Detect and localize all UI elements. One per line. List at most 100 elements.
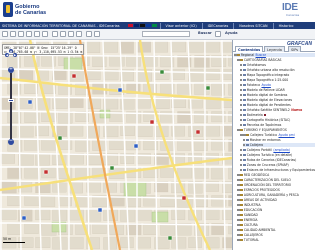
layer-tree-row[interactable]: Rutas de Canarias (IDECanarias)	[240, 158, 315, 162]
home-icon[interactable]	[2, 31, 8, 37]
zoom-track[interactable]	[10, 73, 13, 139]
expand-icon[interactable]	[237, 238, 240, 242]
layer-label[interactable]: Cartografía Histórica (SITAC)	[247, 118, 291, 122]
layer-tree-row[interactable]: TUTORIAL	[237, 238, 315, 242]
expand-icon[interactable]	[237, 218, 240, 222]
layer-tree-row[interactable]: Zonas de Cruceros (SPNAP)	[240, 163, 315, 167]
france-flag-icon[interactable]	[145, 23, 151, 28]
layer-tree-row[interactable]: Parcelas de Topónimos	[240, 123, 315, 127]
layer-checkbox[interactable]	[240, 123, 243, 127]
layer-label[interactable]: Ortofotomos	[247, 63, 266, 67]
collapse-icon[interactable]	[237, 58, 240, 62]
layer-tree-row[interactable]: Mapa Topográfico 1:25.000	[240, 78, 315, 82]
draw-icon[interactable]	[86, 31, 92, 37]
zoom-slider[interactable]: + −	[8, 59, 14, 151]
spain-flag-icon[interactable]	[127, 23, 133, 28]
print-map-icon[interactable]	[215, 31, 221, 37]
germany-flag-icon[interactable]	[139, 23, 145, 28]
layer-checkbox[interactable]	[240, 63, 243, 67]
layer-tree-row[interactable]: Enlaces de Infraestructuras y Equipamien…	[240, 168, 315, 172]
nav-link-nosotros[interactable]: Nosotros SITCAN	[237, 24, 269, 28]
layer-label[interactable]: Callejero	[250, 143, 263, 147]
nav-link-visor-anterior[interactable]: Visor anterior (V2)	[164, 24, 199, 28]
layer-tree-row[interactable]: RED GEODÉSICA	[237, 173, 315, 177]
zoom-out-icon[interactable]: −	[8, 139, 14, 145]
layer-label[interactable]: Zonas de Cruceros (SPNAP)	[247, 163, 289, 167]
zoom-out-box-icon[interactable]	[26, 31, 32, 37]
collapse-icon[interactable]	[240, 133, 243, 137]
map-canvas[interactable]: GMS: 28°07'42.08" N Geo: 15°25'16.29" O …	[0, 40, 232, 250]
layer-tree-row[interactable]: Callejero	[243, 143, 315, 148]
measure-area-icon[interactable]	[60, 31, 66, 37]
layer-tree-row[interactable]: ESPACIOS PROTEGIDOS	[237, 188, 315, 192]
ayuda-button[interactable]: Ayuda	[225, 31, 238, 35]
layer-extra-link[interactable]: (ampliada)	[273, 148, 290, 152]
buscar-button[interactable]: Buscar	[198, 31, 212, 35]
layer-label[interactable]: EDUCACIÓN	[244, 208, 262, 212]
layer-tree-row[interactable]: Modelo digital de Sombras	[240, 93, 315, 97]
layer-checkbox[interactable]	[240, 98, 243, 102]
zoom-handle[interactable]	[8, 99, 14, 102]
uk-flag-icon[interactable]	[133, 23, 139, 28]
layer-label[interactable]: Rutas de Canarias (IDECanarias)	[247, 158, 297, 162]
tab-leyenda[interactable]: Leyenda	[264, 46, 285, 52]
layer-tree-row[interactable]: Fototeca Ayuda	[240, 83, 315, 87]
tab-sips[interactable]: SIPs	[288, 46, 302, 52]
expand-icon[interactable]	[237, 198, 240, 202]
layer-label[interactable]: CULTURA	[244, 223, 258, 227]
layer-checkbox[interactable]	[240, 93, 243, 97]
layer-label[interactable]: SANIDAD	[244, 213, 258, 217]
layer-tree-row[interactable]: Regional Buscar	[234, 53, 315, 58]
layer-label[interactable]: TURISMO Y EQUIPAMIENTOS	[244, 128, 287, 132]
street-map[interactable]	[0, 40, 232, 250]
layer-label[interactable]: Ortofoto urbana alta resolución	[247, 68, 295, 72]
layer-tree-row[interactable]: Mostrar en entornos	[243, 138, 315, 142]
expand-icon[interactable]	[237, 213, 240, 217]
previous-view-icon[interactable]	[34, 31, 40, 37]
layer-tree-row[interactable]: Batimetría	[240, 113, 315, 117]
layer-tree-row[interactable]: Ortofoto Satélite SENTINEL2 Nuevo	[240, 108, 315, 112]
expand-icon[interactable]	[237, 203, 240, 207]
layer-extra-link[interactable]: Buscar	[256, 53, 266, 57]
expand-icon[interactable]	[237, 173, 240, 177]
layer-label[interactable]: ESPACIOS PROTEGIDOS	[244, 188, 280, 192]
layer-checkbox[interactable]	[240, 158, 243, 162]
layer-checkbox[interactable]	[240, 73, 243, 77]
layer-checkbox[interactable]	[240, 148, 243, 152]
layer-tree-row[interactable]: AGRICULTURA, GANADERÍA y PESCA	[237, 193, 315, 197]
expand-icon[interactable]	[237, 183, 240, 187]
expand-icon[interactable]	[237, 188, 240, 192]
layer-label[interactable]: Callejero Turístico	[250, 133, 277, 137]
layer-tree-row[interactable]: ORDENACIÓN DEL TERRITORIO	[237, 183, 315, 187]
layer-tree-row[interactable]: ENERGÍA	[237, 218, 315, 222]
layer-label[interactable]: CARTOGRAFÍAS BÁSICAS	[244, 58, 282, 62]
info-icon[interactable]	[68, 31, 74, 37]
layer-label[interactable]: Mapa Topográfico 1:25.000	[247, 78, 288, 82]
collapse-icon[interactable]	[237, 128, 240, 132]
expand-icon[interactable]	[237, 228, 240, 232]
layer-label[interactable]: TUTORIAL	[244, 238, 259, 242]
layer-label[interactable]: Enlaces de Infraestructuras y Equipamien…	[247, 168, 315, 172]
layer-label[interactable]: CARACTERIZACIÓN DEL SUELO	[244, 178, 291, 182]
layer-tree-row[interactable]: EDUCACIÓN	[237, 208, 315, 212]
measure-distance-icon[interactable]	[52, 31, 58, 37]
pan-up-icon[interactable]: ▲	[9, 49, 13, 53]
expand-icon[interactable]	[237, 223, 240, 227]
layer-label[interactable]: Modelo digital de Elevaciones	[247, 98, 292, 102]
layer-info-icon[interactable]	[263, 113, 267, 117]
layer-checkbox[interactable]	[240, 163, 243, 167]
layer-checkbox[interactable]	[240, 78, 243, 82]
layer-tree-row[interactable]: SANIDAD	[237, 213, 315, 217]
layer-label[interactable]: Callejero Turístico (en detalle)	[247, 153, 292, 157]
layer-label[interactable]: Modelo digital de Pendientes	[247, 103, 291, 107]
pan-hand-icon[interactable]	[10, 31, 16, 37]
layer-tree-row[interactable]: INDUSTRIA	[237, 203, 315, 207]
layer-tree-row[interactable]: TURISMO Y EQUIPAMIENTOS	[237, 128, 315, 132]
pan-right-icon[interactable]: ▶	[13, 53, 17, 57]
layer-tree-row[interactable]: Modelo digital de Elevaciones	[240, 98, 315, 102]
layer-label[interactable]: ENERGÍA	[244, 218, 258, 222]
layer-checkbox[interactable]	[243, 138, 246, 142]
layer-checkbox[interactable]	[240, 68, 243, 72]
zoom-in-box-icon[interactable]	[18, 31, 24, 37]
layer-label[interactable]: ÁREAS DE ACTIVIDAD	[244, 198, 277, 202]
